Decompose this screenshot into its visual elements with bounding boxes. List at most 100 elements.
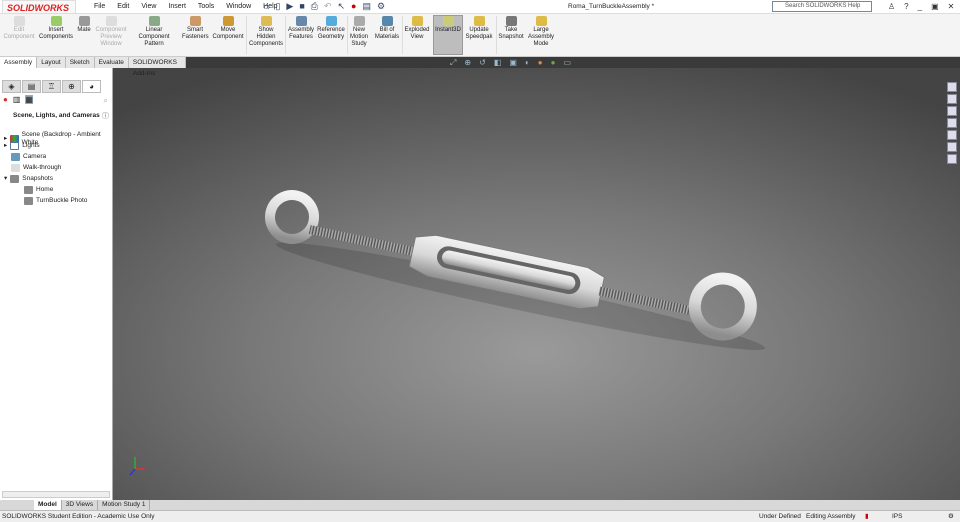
smart-fasteners-button[interactable]: Smart Fasteners <box>182 16 209 41</box>
tree-item-walkthrough[interactable]: Walk-through <box>11 164 61 172</box>
tree-item-camera[interactable]: Camera <box>11 153 46 161</box>
open-icon[interactable]: ▶ <box>286 1 293 12</box>
camera-icon <box>11 153 20 161</box>
solidworks-logo[interactable]: SOLIDWORKS <box>2 0 76 14</box>
custom-properties-icon[interactable] <box>947 142 957 152</box>
scene-lights-cameras-icon[interactable]: ▦ <box>25 95 33 104</box>
help-icon[interactable]: ? <box>904 0 908 14</box>
tab-layout[interactable]: Layout <box>37 57 66 68</box>
tab-addins[interactable]: SOLIDWORKS Add-Ins <box>129 57 186 77</box>
menu-insert[interactable]: Insert <box>162 0 192 14</box>
appearance-icon[interactable]: ● <box>538 58 543 68</box>
resources-icon[interactable] <box>947 82 957 92</box>
instant3d-button[interactable]: Instant3D <box>433 15 463 55</box>
tree-item-home[interactable]: Home <box>24 186 53 194</box>
graphics-viewport[interactable] <box>113 57 960 510</box>
menu-file[interactable]: File <box>88 0 111 14</box>
horizontal-scrollbar[interactable] <box>2 491 110 498</box>
preview-window-icon <box>105 16 117 26</box>
save-icon[interactable]: ■ <box>299 1 304 12</box>
configuration-manager-tab[interactable]: ♖ <box>42 80 61 93</box>
units-selector[interactable]: IPS <box>892 511 902 522</box>
left-eye-hook <box>265 190 319 244</box>
menu-tools[interactable]: Tools <box>192 0 220 14</box>
snapshot-icon <box>24 186 33 194</box>
expand-icon[interactable]: ▸ <box>4 142 7 150</box>
new-motion-study-button[interactable]: New Motion Study <box>348 16 370 48</box>
camera-icon <box>505 16 517 26</box>
menu-edit[interactable]: Edit <box>111 0 135 14</box>
tab-model[interactable]: Model <box>34 500 62 510</box>
instant3d-icon <box>442 16 454 26</box>
decals-icon[interactable]: ▥ <box>13 95 21 104</box>
view-orientation-icon[interactable]: ▣ <box>509 58 517 68</box>
tab-motion-study[interactable]: Motion Study 1 <box>98 500 151 510</box>
update-speedpak-button[interactable]: Update Speedpak <box>465 16 493 41</box>
settings-icon[interactable]: ⚙ <box>948 511 954 522</box>
display-style-icon[interactable]: ◐ <box>525 58 530 68</box>
divider <box>285 16 286 54</box>
speedpak-icon <box>473 16 485 26</box>
select-icon[interactable]: ↖ <box>338 1 346 12</box>
close-icon[interactable]: ✕ <box>948 0 955 14</box>
dimxpert-tab[interactable]: ⊕ <box>62 80 81 93</box>
tree-item-lights[interactable]: ▸ Lights <box>4 142 40 150</box>
maximize-icon[interactable]: ▣ <box>931 0 939 14</box>
appearances-icon[interactable]: ● <box>3 95 8 104</box>
zoom-area-icon[interactable]: ⊕ <box>464 58 471 68</box>
move-component-button[interactable]: Move Component <box>212 16 244 41</box>
tab-sketch[interactable]: Sketch <box>66 57 95 68</box>
exploded-view-button[interactable]: Exploded View <box>404 16 430 41</box>
mate-button[interactable]: Mate <box>76 16 92 34</box>
menu-view[interactable]: View <box>135 0 162 14</box>
previous-view-icon[interactable]: ↺ <box>479 58 486 68</box>
new-file-icon[interactable]: ▯ <box>275 1 280 12</box>
forum-icon[interactable] <box>947 154 957 164</box>
property-manager-tab[interactable]: ▤ <box>22 80 41 93</box>
linear-pattern-button[interactable]: Linear Component Pattern <box>130 16 178 48</box>
design-library-icon[interactable] <box>947 94 957 104</box>
file-explorer-icon[interactable] <box>947 106 957 116</box>
tab-3d-views[interactable]: 3D Views <box>62 500 99 510</box>
display-manager-tab[interactable]: ◕ <box>82 80 101 93</box>
view-palette-icon[interactable] <box>947 118 957 128</box>
tab-evaluate[interactable]: Evaluate <box>95 57 129 68</box>
zoom-to-fit-icon[interactable]: ⤢ <box>450 58 456 68</box>
gear-icon[interactable]: ⚙ <box>377 1 385 12</box>
appearances-icon[interactable] <box>947 130 957 140</box>
motion-study-icon <box>353 16 365 26</box>
undo-icon[interactable]: ↶ <box>324 1 332 12</box>
tree-item-turnbuckle-photo[interactable]: TurnBuckle Photo <box>24 197 87 205</box>
home-icon[interactable]: ⌂ <box>264 1 269 12</box>
search-icon[interactable]: ⌕ <box>104 96 108 106</box>
large-assembly-mode-button[interactable]: Large Assembly Mode <box>527 16 555 48</box>
tree-item-snapshots[interactable]: ▾ Snapshots <box>4 175 53 183</box>
features-icon <box>295 16 307 26</box>
search-input[interactable]: Search SOLIDWORKS Help <box>772 1 872 12</box>
section-view-icon[interactable]: ◧ <box>494 58 502 68</box>
user-icon[interactable]: ♙ <box>888 0 895 14</box>
print-icon[interactable]: ⎙ <box>311 1 318 12</box>
tab-assembly[interactable]: Assembly <box>0 57 38 68</box>
scene-icon[interactable]: ● <box>551 58 556 68</box>
menu-window[interactable]: Window <box>220 0 257 14</box>
help-icon[interactable]: ⓘ <box>102 111 109 121</box>
rebuild-icon[interactable]: ▮ <box>865 511 869 522</box>
window-controls: ♙ ? _ ▣ ✕ <box>888 0 954 14</box>
bill-of-materials-button[interactable]: Bill of Materials <box>374 16 400 41</box>
collapse-icon[interactable]: ▾ <box>4 175 7 183</box>
take-snapshot-button[interactable]: Take Snapshot <box>498 16 524 41</box>
assembly-features-button[interactable]: Assembly Features <box>287 16 315 41</box>
document-title: Roma_TurnBuckleAssembly * <box>568 3 655 10</box>
reference-geometry-icon <box>325 16 337 26</box>
insert-components-button[interactable]: Insert Components <box>38 16 74 41</box>
show-hidden-button[interactable]: Show Hidden Components <box>249 16 283 48</box>
display-settings-icon[interactable]: ▭ <box>563 58 571 68</box>
reference-geometry-button[interactable]: Reference Geometry <box>316 16 346 41</box>
minimize-icon[interactable]: _ <box>918 0 922 14</box>
rebuild-icon[interactable]: ● <box>351 1 356 12</box>
feature-manager-tab[interactable]: ◈ <box>2 80 21 93</box>
component-preview-button[interactable]: Component Preview Window <box>94 16 128 48</box>
file-properties-icon[interactable]: ▤ <box>362 1 371 12</box>
edit-component-button[interactable]: Edit Component <box>2 16 36 41</box>
